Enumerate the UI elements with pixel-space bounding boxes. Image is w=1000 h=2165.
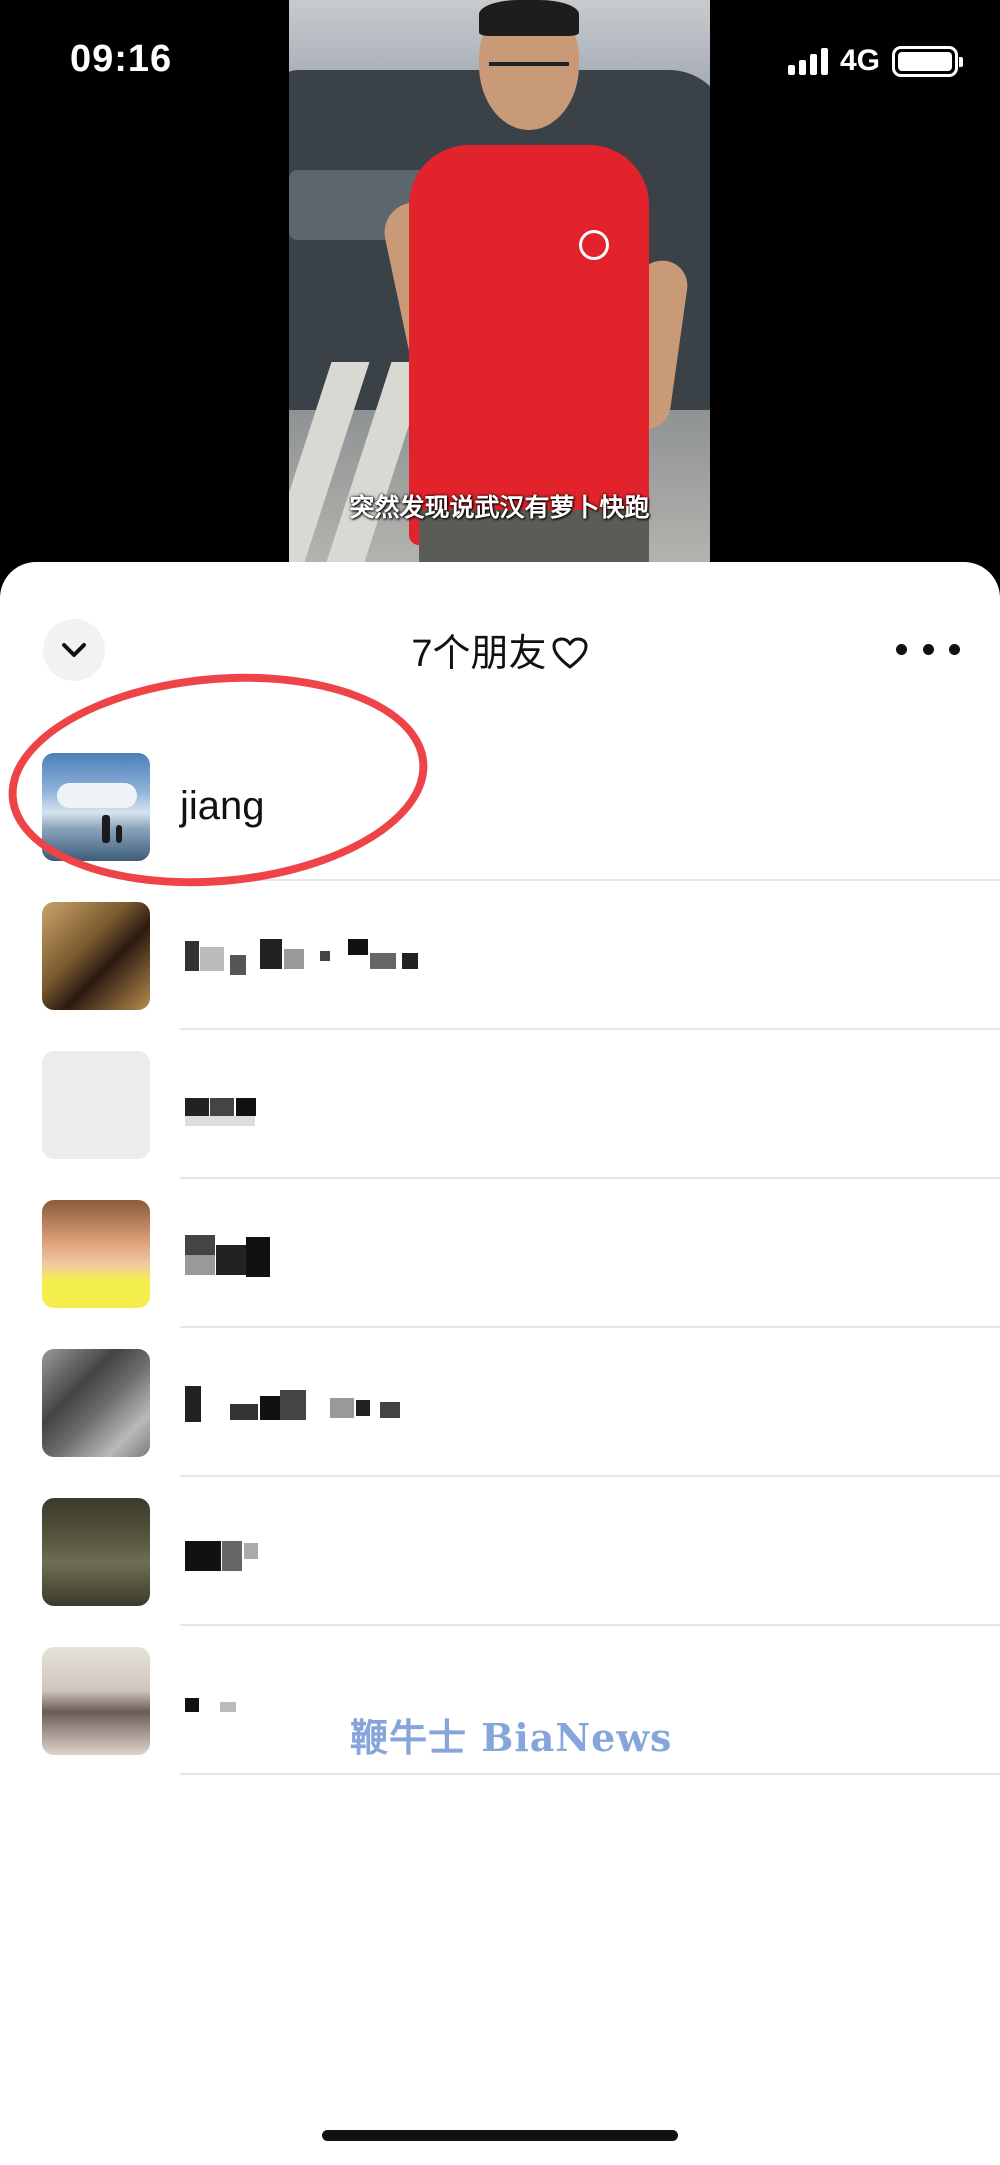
status-bar: 09:16 4G [0, 0, 1000, 120]
friend-item[interactable] [0, 1030, 1000, 1179]
video-caption: 突然发现说武汉有萝卜快跑 [349, 493, 650, 522]
cellular-signal-icon [787, 47, 828, 75]
avatar [42, 1051, 150, 1159]
blurred-name [180, 1227, 580, 1287]
more-horizontal-icon [896, 643, 907, 655]
avatar [42, 902, 150, 1010]
avatar [42, 1200, 150, 1308]
blurred-name [180, 1078, 580, 1138]
blurred-name [180, 1376, 580, 1436]
network-type: 4G [839, 44, 880, 77]
status-time: 09:16 [70, 38, 173, 80]
home-indicator[interactable] [322, 2130, 678, 2141]
friend-item[interactable] [0, 1179, 1000, 1328]
friend-item[interactable] [0, 881, 1000, 1030]
watermark: 鞭牛士 BiaNews [350, 1715, 673, 1760]
battery-icon [892, 45, 963, 77]
avatar [42, 1647, 150, 1755]
heart-outline-icon[interactable] [551, 636, 589, 670]
blurred-name [180, 929, 580, 989]
friend-item[interactable] [0, 1477, 1000, 1626]
status-indicators: 4G [787, 44, 963, 78]
friend-list: jiang [0, 732, 1000, 1775]
blurred-name [180, 1525, 580, 1585]
more-options-button[interactable] [896, 634, 960, 664]
avatar [42, 1498, 150, 1606]
avatar [42, 1349, 150, 1457]
friend-count-title: 7个朋友 [411, 633, 547, 675]
sheet-title: 7个朋友 [0, 622, 1000, 677]
person-figure [409, 145, 649, 545]
friend-item[interactable] [0, 1328, 1000, 1477]
